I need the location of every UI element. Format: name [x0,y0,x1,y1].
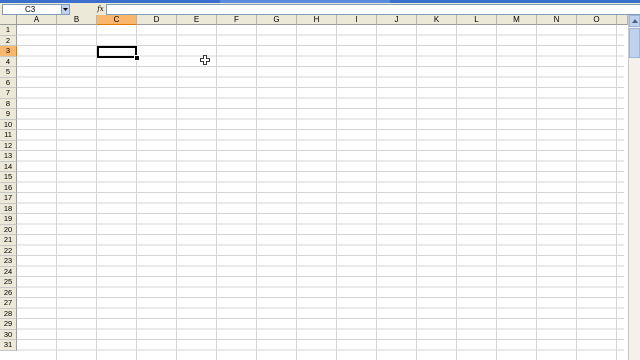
row-header-2[interactable]: 2 [0,35,17,46]
fill-handle[interactable] [134,55,140,61]
insert-function-button[interactable]: fx [96,4,105,14]
row-header-10[interactable]: 10 [0,119,17,130]
arrow-up-icon [632,19,638,23]
column-header-n[interactable]: N [537,15,577,25]
row-header-18[interactable]: 18 [0,203,17,214]
row-header-5[interactable]: 5 [0,67,17,78]
row-header-8[interactable]: 8 [0,98,17,109]
row-header-31[interactable]: 31 [0,340,17,351]
row-header-21[interactable]: 21 [0,235,17,246]
row-header-7[interactable]: 7 [0,88,17,99]
column-header-partial[interactable] [617,15,628,25]
select-all-corner[interactable] [0,15,17,25]
column-header-i[interactable]: I [337,15,377,25]
row-header-1[interactable]: 1 [0,25,17,36]
row-header-26[interactable]: 26 [0,287,17,298]
column-header-a[interactable]: A [17,15,57,25]
active-cell-selection[interactable] [97,46,137,58]
name-box-value[interactable]: C3 [3,5,61,14]
column-header-c[interactable]: C [97,15,137,25]
row-header-20[interactable]: 20 [0,224,17,235]
row-header-12[interactable]: 12 [0,140,17,151]
row-header-4[interactable]: 4 [0,56,17,67]
column-header-l[interactable]: L [457,15,497,25]
column-header-g[interactable]: G [257,15,297,25]
cross-cursor-icon [200,55,210,65]
row-header-22[interactable]: 22 [0,245,17,256]
row-header-23[interactable]: 23 [0,256,17,267]
column-header-b[interactable]: B [57,15,97,25]
column-header-f[interactable]: F [217,15,257,25]
row-header-19[interactable]: 19 [0,214,17,225]
column-header-h[interactable]: H [297,15,337,25]
row-header-16[interactable]: 16 [0,182,17,193]
row-header-11[interactable]: 11 [0,130,17,141]
vertical-scrollbar[interactable] [628,15,640,360]
cell-area[interactable] [17,25,624,360]
column-header-d[interactable]: D [137,15,177,25]
row-header-14[interactable]: 14 [0,161,17,172]
row-header-24[interactable]: 24 [0,266,17,277]
row-header-17[interactable]: 17 [0,193,17,204]
column-header-m[interactable]: M [497,15,537,25]
column-header-o[interactable]: O [577,15,617,25]
column-header-k[interactable]: K [417,15,457,25]
row-header-29[interactable]: 29 [0,319,17,330]
column-header-j[interactable]: J [377,15,417,25]
worksheet-grid: ABCDEFGHIJKLMNO 1 2 3 4 5 6 7 8 9 10 11 12 13 14 15 16 1… [0,15,640,360]
scroll-up-button[interactable] [629,15,640,27]
column-header-e[interactable]: E [177,15,217,25]
row-header-9[interactable]: 9 [0,109,17,120]
scroll-thumb[interactable] [629,28,640,58]
row-header-3[interactable]: 3 [0,46,17,57]
row-header-15[interactable]: 15 [0,172,17,183]
row-header-30[interactable]: 30 [0,329,17,340]
chevron-down-icon[interactable] [61,5,69,14]
name-box[interactable]: C3 [2,4,70,15]
formula-input[interactable] [106,4,640,15]
row-header-27[interactable]: 27 [0,298,17,309]
row-header-25[interactable]: 25 [0,277,17,288]
row-header-6[interactable]: 6 [0,77,17,88]
row-header-28[interactable]: 28 [0,308,17,319]
row-header-13[interactable]: 13 [0,151,17,162]
